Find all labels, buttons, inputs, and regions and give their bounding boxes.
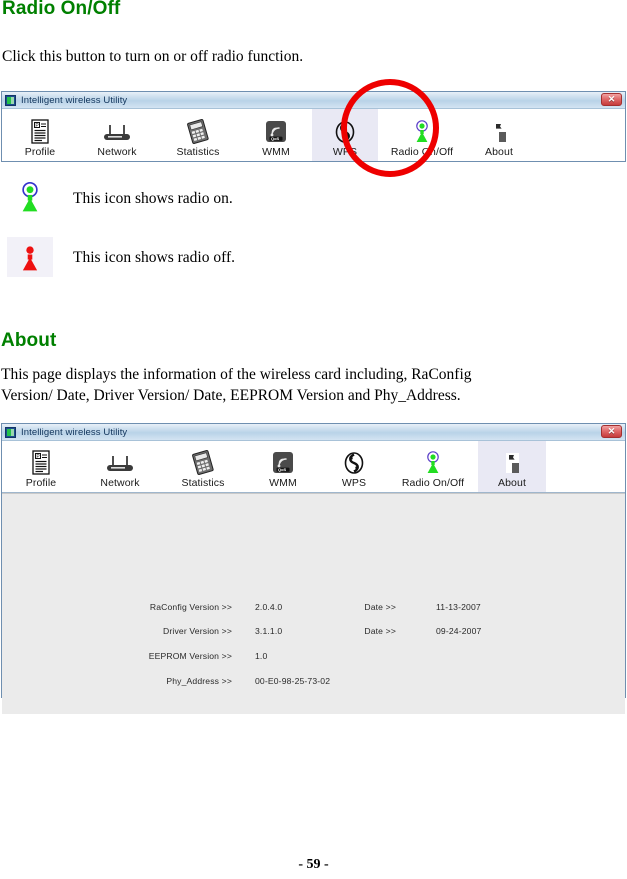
phy-address-value: 00-E0-98-25-73-02: [255, 676, 331, 686]
tab-label: Profile: [25, 477, 57, 489]
tab-label: Network: [97, 146, 137, 158]
driver-version-value: 3.1.1.0: [255, 626, 283, 636]
intro-line-1: This page displays the information of th…: [1, 366, 472, 383]
raconfig-date-value: 11-13-2007: [436, 602, 481, 612]
svg-text:QoS: QoS: [271, 136, 280, 141]
app-icon: [5, 94, 16, 106]
about-icon: [488, 119, 510, 145]
window-titlebar: Intelligent wireless Utility ✕: [2, 92, 625, 109]
statistics-icon: [184, 119, 212, 145]
tab-profile[interactable]: P Profile: [2, 109, 78, 161]
tab-wmm[interactable]: QoS WMM: [240, 109, 312, 161]
tab-wmm[interactable]: QoS WMM: [246, 441, 320, 492]
tab-label: Statistics: [176, 146, 220, 158]
tab-label: WPS: [332, 146, 358, 158]
legend-radio-off-text: This icon shows radio off.: [73, 249, 236, 266]
window-title: Intelligent wireless Utility: [21, 94, 128, 106]
tab-label: WMM: [269, 477, 297, 489]
driver-date-value: 09-24-2007: [436, 626, 482, 636]
raconfig-version-value: 2.0.4.0: [255, 602, 283, 612]
wps-icon: [333, 119, 357, 145]
driver-date-label: Date >>: [364, 626, 396, 636]
wireless-utility-window-radio: Intelligent wireless Utility ✕ P Profile…: [1, 91, 626, 162]
tab-statistics[interactable]: Statistics: [160, 441, 246, 492]
window-titlebar: Intelligent wireless Utility ✕: [2, 424, 625, 441]
window-title: Intelligent wireless Utility: [21, 426, 128, 438]
tab-label: Profile: [24, 146, 56, 158]
intro-paragraph-about: This page displays the information of th…: [1, 364, 623, 406]
tab-label: WMM: [262, 146, 290, 158]
app-icon: [5, 426, 16, 438]
tab-label: About: [498, 477, 526, 489]
radio-on-icon: [7, 178, 53, 218]
tab-label: Statistics: [181, 477, 225, 489]
intro-line-2: Version/ Date, Driver Version/ Date, EEP…: [1, 387, 461, 404]
wps-icon: [342, 450, 366, 476]
legend-radio-on-text: This icon shows radio on.: [73, 190, 233, 207]
tab-about[interactable]: About: [466, 109, 532, 161]
driver-version-label: Driver Version >>: [163, 626, 232, 636]
document-page: Radio On/Off Click this button to turn o…: [0, 0, 627, 879]
close-icon[interactable]: ✕: [601, 93, 622, 106]
radio-on-icon: [411, 119, 433, 145]
statistics-icon: [189, 450, 217, 476]
about-content-pane: RaConfig Version >> 2.0.4.0 Date >> 11-1…: [2, 493, 625, 714]
tab-network[interactable]: Network: [78, 109, 156, 161]
page-number: - 59 -: [298, 857, 329, 872]
profile-icon: P: [29, 119, 51, 145]
intro-paragraph-radio: Click this button to turn on or off radi…: [2, 48, 304, 65]
page-title-about: About: [1, 330, 57, 351]
radio-on-icon: [422, 450, 444, 476]
close-icon[interactable]: ✕: [601, 425, 622, 438]
wmm-icon: QoS: [263, 119, 289, 145]
raconfig-version-label: RaConfig Version >>: [149, 602, 232, 612]
tab-label: WPS: [341, 477, 367, 489]
eeprom-version-label: EEPROM Version >>: [148, 651, 232, 661]
tab-statistics[interactable]: Statistics: [156, 109, 240, 161]
toolbar-tabs: P Profile Network Statistics QoS WMM WPS…: [2, 109, 625, 161]
profile-icon: P: [30, 450, 52, 476]
svg-text:QoS: QoS: [278, 467, 287, 472]
tab-wps[interactable]: WPS: [320, 441, 388, 492]
tab-radio-on-off[interactable]: Radio On/Off: [388, 441, 478, 492]
wireless-utility-window-about: Intelligent wireless Utility ✕ P Profile…: [1, 423, 626, 714]
about-icon: [501, 450, 523, 476]
tab-wps[interactable]: WPS: [312, 109, 378, 161]
tab-label: Radio On/Off: [390, 146, 454, 158]
tab-network[interactable]: Network: [80, 441, 160, 492]
network-icon: [103, 450, 137, 476]
tab-label: Network: [100, 477, 140, 489]
tab-label: About: [485, 146, 513, 158]
tab-label: Radio On/Off: [401, 477, 465, 489]
tab-radio-on-off[interactable]: Radio On/Off: [378, 109, 466, 161]
phy-address-label: Phy_Address >>: [166, 676, 232, 686]
network-icon: [100, 119, 134, 145]
tab-profile[interactable]: P Profile: [2, 441, 80, 492]
raconfig-date-label: Date >>: [364, 602, 396, 612]
radio-off-icon: [7, 237, 53, 277]
wmm-icon: QoS: [270, 450, 296, 476]
page-title-radio-on-off: Radio On/Off: [2, 0, 121, 19]
toolbar-tabs: P Profile Network Statistics QoS WMM WPS…: [2, 441, 625, 493]
tab-about[interactable]: About: [478, 441, 546, 492]
eeprom-version-value: 1.0: [255, 651, 268, 661]
